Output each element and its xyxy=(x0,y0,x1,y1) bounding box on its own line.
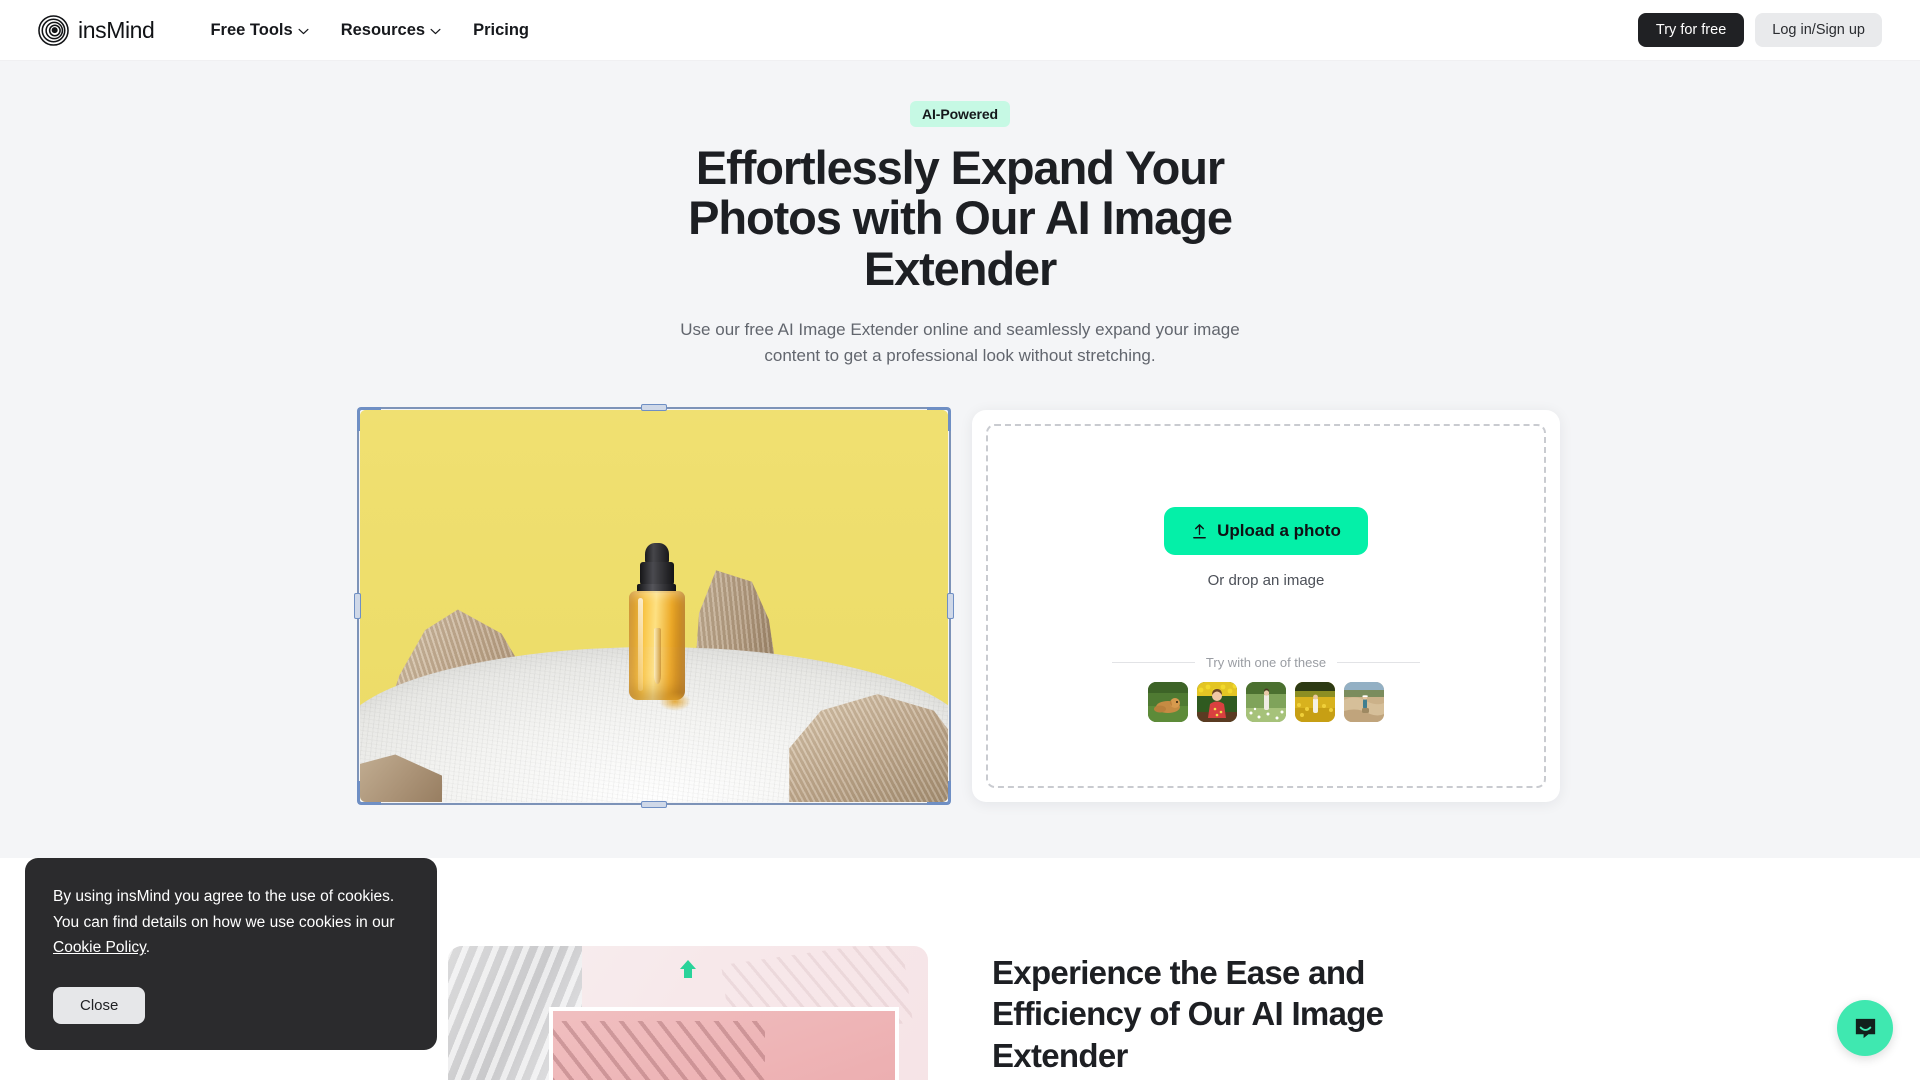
upload-photo-button[interactable]: Upload a photo xyxy=(1164,507,1368,556)
cookie-consent-banner: By using insMind you agree to the use of… xyxy=(25,858,437,1050)
feature-title: Experience the Ease and Efficiency of Ou… xyxy=(992,954,1384,1074)
girl-with-tulips-thumbnail xyxy=(1197,682,1237,723)
upload-button-label: Upload a photo xyxy=(1217,521,1341,541)
dropzone[interactable]: Upload a photo Or drop an image Try with… xyxy=(986,423,1546,788)
sample-thumb-meadow[interactable] xyxy=(1246,682,1286,723)
serum-dropper-bottle xyxy=(626,542,692,711)
chat-launcher-button[interactable] xyxy=(1837,1000,1893,1056)
nav-item-pricing[interactable]: Pricing xyxy=(473,21,529,40)
concentric-circles-logo-icon xyxy=(38,14,69,46)
cookie-period: . xyxy=(145,939,151,957)
page-root: insMind Free Tools Resources Pricing Try… xyxy=(0,0,1920,1080)
login-signup-button[interactable]: Log in/Sign up xyxy=(1755,13,1882,47)
feature-image xyxy=(448,946,928,1080)
nav-item-label: Pricing xyxy=(473,20,530,39)
sample-thumbnails xyxy=(1148,682,1384,723)
ai-powered-badge: AI-Powered xyxy=(909,101,1010,127)
cookie-policy-link[interactable]: Cookie Policy xyxy=(53,939,146,956)
nav-item-free-tools[interactable]: Free Tools xyxy=(210,20,309,40)
sample-thumb-rapeseed[interactable] xyxy=(1295,682,1335,723)
nav-item-resources[interactable]: Resources xyxy=(341,21,441,40)
chevron-down-icon xyxy=(430,28,441,34)
sample-thumb-dog[interactable] xyxy=(1148,682,1188,723)
chevron-down-icon xyxy=(298,28,309,34)
upload-arrow-icon xyxy=(1193,523,1207,538)
sample-thumb-girl-tulips[interactable] xyxy=(1197,682,1237,723)
expand-up-arrow-icon xyxy=(680,960,696,978)
hero-section: AI-Powered Effortlessly Expand Your Phot… xyxy=(0,61,1920,858)
drop-hint-text: Or drop an image xyxy=(1207,572,1325,590)
page-title: Effortlessly Expand Your Photos with Our… xyxy=(688,141,1233,295)
dog-on-grass-thumbnail xyxy=(1148,682,1188,723)
crop-handle-right[interactable] xyxy=(947,592,954,619)
divider-line-right xyxy=(1337,662,1420,664)
brand-name: insMind xyxy=(78,16,155,43)
chat-bubble-icon xyxy=(1855,1018,1875,1038)
preview-image xyxy=(360,409,948,802)
divider-line-left xyxy=(1112,662,1195,664)
nav-item-label: Free Tools xyxy=(210,20,293,39)
bottle-body xyxy=(628,591,686,700)
inner-framed-image xyxy=(548,1006,900,1080)
child-in-yellow-field-thumbnail xyxy=(1295,682,1335,723)
site-header: insMind Free Tools Resources Pricing Try… xyxy=(0,0,1920,61)
cookie-close-button[interactable]: Close xyxy=(53,987,146,1024)
main-nav: Free Tools Resources Pricing xyxy=(210,21,529,40)
try-for-free-button[interactable]: Try for free xyxy=(1637,13,1745,47)
sample-thumb-desert[interactable] xyxy=(1344,682,1384,723)
oil-spill xyxy=(659,691,692,711)
bottle-cap xyxy=(644,542,670,564)
woman-in-daisy-meadow-thumbnail xyxy=(1246,682,1286,723)
crop-handle-bottom[interactable] xyxy=(641,800,667,808)
header-actions: Try for free Log in/Sign up xyxy=(1637,13,1882,47)
bottle-neck xyxy=(639,561,675,587)
cookie-line-2: You can find details on how we use cooki… xyxy=(53,913,395,931)
nav-item-label: Resources xyxy=(340,20,426,39)
cookie-line-1: By using insMind you agree to the use of… xyxy=(53,888,395,906)
hero-subtitle: Use our free AI Image Extender online an… xyxy=(680,319,1240,366)
hero-body: Upload a photo Or drop an image Try with… xyxy=(0,403,1920,808)
person-on-desert-rocks-thumbnail xyxy=(1344,682,1384,723)
upload-card: Upload a photo Or drop an image Try with… xyxy=(972,409,1560,802)
feature-text: Experience the Ease and Efficiency of Ou… xyxy=(992,946,1472,1080)
samples-divider: Try with one of these xyxy=(1112,655,1420,670)
samples-label: Try with one of these xyxy=(1205,655,1327,671)
bottle-pipette xyxy=(653,628,661,685)
hero-preview[interactable] xyxy=(354,403,954,808)
cookie-text: By using insMind you agree to the use of… xyxy=(53,884,409,961)
brand-logo[interactable]: insMind xyxy=(38,14,155,46)
